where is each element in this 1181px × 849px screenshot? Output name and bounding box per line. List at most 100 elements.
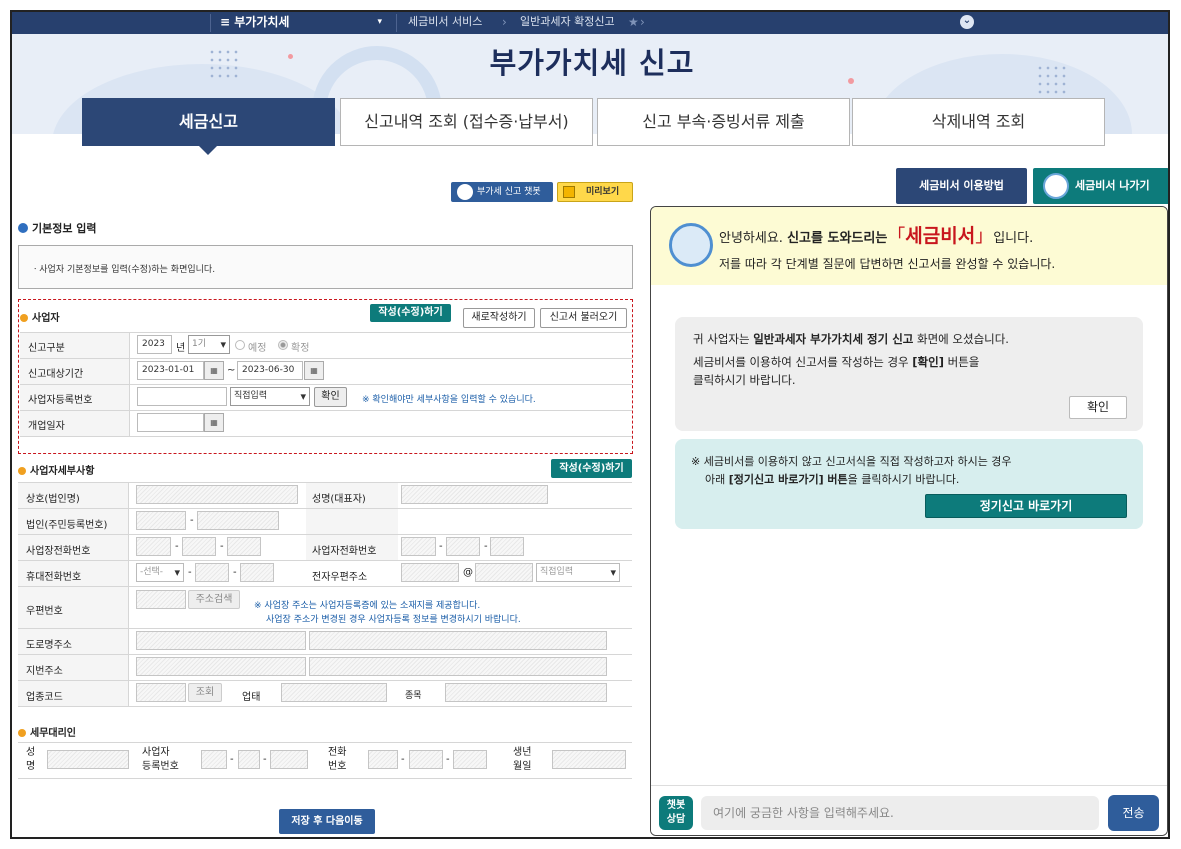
email-domain-select[interactable]: 직접입력 [536, 563, 620, 582]
tab-deleted-history[interactable]: 삭제내역 조회 [852, 98, 1105, 146]
breadcrumb-current[interactable]: 일반과세자 확정신고 [520, 12, 615, 34]
period-select[interactable]: 1기 [188, 335, 230, 354]
agent-reg-2[interactable] [238, 750, 260, 769]
detail-edit-button[interactable]: 작성(수정)하기 [551, 459, 632, 478]
representative-input[interactable] [401, 485, 548, 504]
chat-confirm-button[interactable]: 확인 [1069, 396, 1127, 419]
menu-category[interactable]: ≡ 부가가치세 ▾ [220, 12, 382, 34]
goto-regular-filing-button[interactable]: 정기신고 바로가기 [925, 494, 1127, 518]
road-address-2[interactable] [309, 631, 607, 650]
agent-tel-1[interactable] [368, 750, 398, 769]
biz-phone-2[interactable] [182, 537, 216, 556]
biz-phone-1[interactable] [136, 537, 171, 556]
agent-label-birth: 생년 월일 [513, 747, 532, 772]
business-edit-button[interactable]: 작성(수정)하기 [370, 304, 451, 322]
agent-label-name: 성명 [26, 747, 36, 772]
save-next-button[interactable]: 저장 후 다음이동 [279, 809, 375, 834]
mobile-2[interactable] [195, 563, 229, 582]
section-bullet-icon [20, 314, 28, 322]
business-heading: 사업자 [20, 309, 60, 324]
basic-info-description: ㆍ사업자 기본정보를 입력(수정)하는 화면입니다. [18, 245, 633, 289]
label-email: 전자우편주소 [312, 572, 368, 583]
dash: - [220, 541, 224, 552]
calendar-icon[interactable]: ▦ [304, 361, 324, 380]
company-name-input[interactable] [136, 485, 298, 504]
usage-guide-button[interactable]: 세금비서 이용방법 [896, 168, 1027, 204]
radio-final-label: 확정 [291, 343, 310, 354]
label-mobile: 휴대전화번호 [26, 572, 82, 583]
breadcrumb-service[interactable]: 세금비서 서비스 [408, 12, 482, 34]
agent-tel-3[interactable] [453, 750, 487, 769]
detail-heading: 사업자세부사항 [18, 462, 94, 477]
corp-number-second[interactable] [197, 511, 279, 530]
load-report-button[interactable]: 신고서 불러오기 [540, 308, 627, 328]
mobile-3[interactable] [240, 563, 274, 582]
chat-message-input[interactable]: 여기에 궁금한 사항을 입력해주세요. [701, 796, 1099, 830]
breadcrumb-separator-icon: › [640, 15, 645, 29]
biz-phone-3[interactable] [227, 537, 261, 556]
exit-assistant-button[interactable]: 세금비서 나가기 [1033, 168, 1168, 204]
corp-number-first[interactable] [136, 511, 186, 530]
industry-code-input[interactable] [136, 683, 186, 702]
email-id-input[interactable] [401, 563, 459, 582]
mascot-avatar-icon [1043, 173, 1069, 199]
year-input[interactable]: 2023 [137, 335, 172, 354]
expand-chevron-icon[interactable]: ⌄ [960, 15, 974, 29]
agent-birth-input[interactable] [552, 750, 626, 769]
label-industry-code: 업종코드 [26, 692, 63, 703]
radio-final[interactable] [278, 340, 288, 350]
greeting-line: 안녕하세요. 신고를 도와드리는「세금비서」입니다. [719, 225, 1034, 247]
preview-button[interactable]: 미리보기 [557, 182, 633, 202]
mobile-prefix-select[interactable]: -선택- [136, 563, 184, 582]
calendar-icon[interactable]: ▦ [204, 361, 224, 380]
new-write-button[interactable]: 새로작성하기 [463, 308, 535, 328]
email-domain-input[interactable] [475, 563, 533, 582]
agent-tel-2[interactable] [409, 750, 443, 769]
open-date-input[interactable] [137, 413, 204, 432]
industry-lookup-button[interactable]: 조회 [188, 683, 222, 702]
tab-tax-filing[interactable]: 세금신고 [82, 98, 335, 146]
item-input[interactable] [445, 683, 607, 702]
date-from-input[interactable]: 2023-01-01 [137, 361, 204, 380]
owner-phone-3[interactable] [490, 537, 524, 556]
reg-number-input[interactable] [137, 387, 227, 406]
label-report-type: 신고구분 [28, 343, 65, 354]
calendar-icon[interactable]: ▦ [204, 413, 224, 432]
dash: - [175, 541, 179, 552]
tab-filing-history[interactable]: 신고내역 조회 (접수증·납부서) [340, 98, 593, 146]
dash: - [233, 567, 237, 578]
agent-reg-1[interactable] [201, 750, 227, 769]
zip-input[interactable] [136, 590, 186, 609]
zip-note-line1: ※ 사업장 주소는 사업자등록증에 있는 소재지를 제공합니다. [254, 601, 481, 611]
document-icon [563, 186, 575, 198]
agent-reg-3[interactable] [270, 750, 308, 769]
vat-chatbot-button[interactable]: 부가세 신고 챗봇 [451, 182, 553, 202]
label-corp-number: 법인(주민등록번호) [26, 520, 108, 531]
owner-phone-1[interactable] [401, 537, 436, 556]
label-target-period: 신고대상기간 [28, 369, 84, 380]
label-biz-phone: 사업장전화번호 [26, 546, 91, 557]
owner-phone-2[interactable] [446, 537, 480, 556]
mascot-icon [669, 223, 713, 267]
label-representative: 성명(대표자) [312, 494, 366, 505]
send-button[interactable]: 전송 [1108, 795, 1159, 831]
tab-supporting-docs[interactable]: 신고 부속·증빙서류 제출 [597, 98, 850, 146]
radio-preliminary[interactable] [235, 340, 245, 350]
date-to-input[interactable]: 2023-06-30 [237, 361, 303, 380]
address-search-button[interactable]: 주소검색 [188, 590, 240, 609]
lot-address-1[interactable] [136, 657, 306, 676]
reg-confirm-button[interactable]: 확인 [314, 387, 347, 407]
biz-type-input[interactable] [281, 683, 387, 702]
chat-input-bar: 챗봇 상담 여기에 궁금한 사항을 입력해주세요. 전송 [651, 785, 1167, 835]
label-lot-address: 지번주소 [26, 666, 63, 677]
reg-direct-select[interactable]: 직접입력 [230, 387, 310, 406]
agent-name-input[interactable] [47, 750, 129, 769]
lot-address-2[interactable] [309, 657, 607, 676]
dash: - [230, 754, 234, 765]
basic-info-heading: 기본정보 입력 [18, 220, 97, 236]
favorite-star-icon[interactable]: ★ [628, 12, 639, 34]
chat-greeting: 안녕하세요. 신고를 도와드리는「세금비서」입니다. 저를 따라 각 단계별 질… [651, 207, 1167, 285]
label-open-date: 개업일자 [28, 421, 65, 432]
label-owner-phone: 사업자전화번호 [312, 546, 377, 557]
road-address-1[interactable] [136, 631, 306, 650]
